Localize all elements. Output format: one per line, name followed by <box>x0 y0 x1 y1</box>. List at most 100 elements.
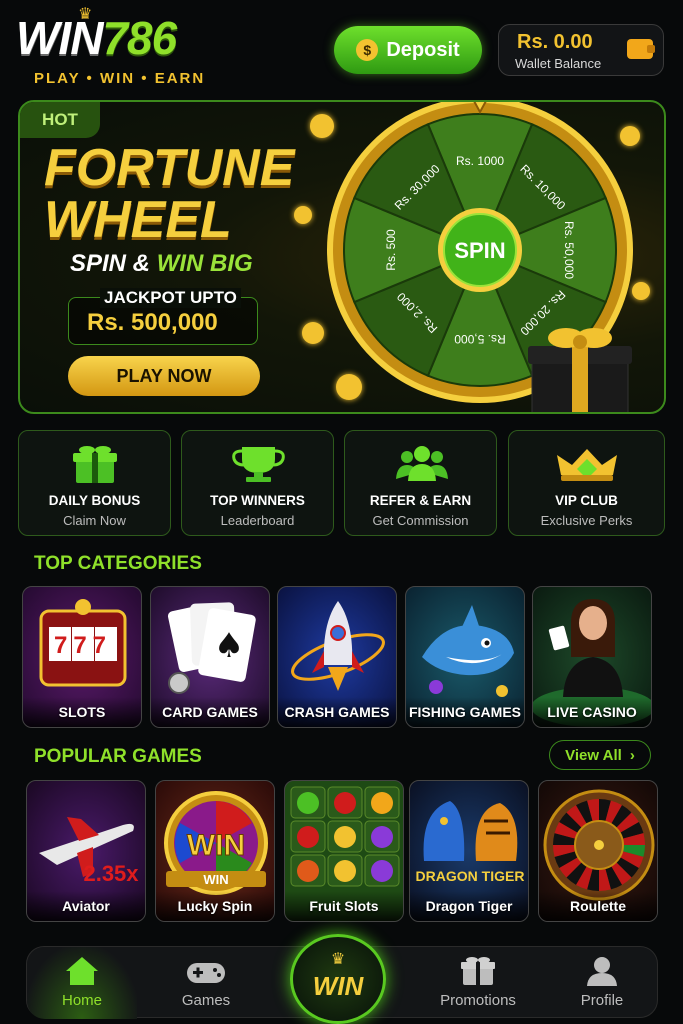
banner-subtitle-a: SPIN & <box>70 250 151 277</box>
nav-label: Games <box>181 992 231 1009</box>
svg-text:DRAGON TIGER: DRAGON TIGER <box>416 868 525 884</box>
game-roulette[interactable]: Roulette <box>538 780 658 922</box>
wallet-amount: Rs. 0.00 <box>517 31 593 53</box>
view-all-label: View All <box>565 746 622 764</box>
category-label: SLOTS <box>23 697 141 727</box>
logo-number: 786 <box>102 12 177 64</box>
wheel-prize-label: Rs. 500 <box>384 229 398 271</box>
fruit-icon <box>334 792 356 814</box>
fruit-icon <box>334 826 356 848</box>
banner-subtitle: SPIN & WIN BIG <box>70 250 253 278</box>
banner-subtitle-b: WIN BIG <box>156 250 253 277</box>
category-label: LIVE CASINO <box>533 697 651 727</box>
category-card-games[interactable]: ♠ CARD GAMES <box>150 586 270 728</box>
fruit-icon <box>297 826 319 848</box>
wallet-label: Wallet Balance <box>515 56 602 71</box>
jackpot-label: JACKPOT UPTO <box>100 288 241 308</box>
gift-icon <box>73 446 117 483</box>
quick-daily-bonus[interactable]: DAILY BONUS Claim Now <box>18 430 171 536</box>
banner-title: FORTUNE WHEEL <box>44 142 294 246</box>
banner-title-line2: WHEEL <box>44 191 232 249</box>
fruit-icon <box>371 826 393 848</box>
center-win-button[interactable]: ♛ WIN <box>290 934 386 1024</box>
home-icon <box>66 957 98 985</box>
center-win-label: WIN <box>312 971 364 1001</box>
user-icon <box>587 957 617 986</box>
play-now-button[interactable]: PLAY NOW <box>68 356 260 396</box>
nav-home[interactable]: Home <box>27 947 137 1019</box>
deposit-button[interactable]: $ Deposit <box>334 26 482 74</box>
aviator-multiplier: 2.35x <box>83 861 139 886</box>
fruit-icon <box>371 860 393 882</box>
quick-title: REFER & EARN <box>369 493 472 508</box>
category-live-casino[interactable]: LIVE CASINO <box>532 586 652 728</box>
nav-label: Profile <box>580 992 624 1009</box>
game-aviator[interactable]: 2.35x Aviator <box>26 780 146 922</box>
quick-subtitle: Leaderboard <box>220 513 295 528</box>
deposit-label: Deposit <box>386 38 460 61</box>
category-label: CRASH GAMES <box>278 697 396 727</box>
fruit-icon <box>334 860 356 882</box>
banner-title-line1: FORTUNE <box>44 139 295 197</box>
trophy-icon <box>232 447 285 482</box>
fruit-icon <box>297 792 319 814</box>
nav-games[interactable]: Games <box>151 947 261 1019</box>
wallet-balance[interactable]: Rs. 0.00 Wallet Balance <box>498 24 664 76</box>
quick-title: DAILY BONUS <box>48 493 141 508</box>
fruit-icon <box>371 792 393 814</box>
wheel-prize-label: Rs. 1000 <box>456 154 504 168</box>
section-title-categories: TOP CATEGORIES <box>34 553 202 574</box>
wallet-icon <box>627 39 655 59</box>
svg-text:♠: ♠ <box>214 626 244 666</box>
crown-icon: ♛ <box>330 951 346 968</box>
category-slots[interactable]: 777 SLOTS <box>22 586 142 728</box>
wheel-prize-label: Rs. 5,000 <box>454 332 506 346</box>
quick-title: VIP CLUB <box>555 493 618 508</box>
coin-icon: $ <box>356 39 379 61</box>
svg-text:777: 777 <box>54 632 112 659</box>
game-label: Lucky Spin <box>156 891 274 921</box>
nav-label: Promotions <box>440 992 516 1009</box>
quick-title: TOP WINNERS <box>210 493 305 508</box>
svg-text:WIN: WIN <box>203 872 228 887</box>
nav-promotions[interactable]: Promotions <box>423 947 533 1019</box>
jackpot-amount: Rs. 500,000 <box>87 309 218 336</box>
game-label: Aviator <box>27 891 145 921</box>
game-label: Fruit Slots <box>285 891 403 921</box>
users-icon <box>396 446 448 481</box>
hot-badge: HOT <box>20 102 100 138</box>
quick-subtitle: Claim Now <box>63 513 126 528</box>
svg-text:WIN: WIN <box>187 829 245 862</box>
category-label: CARD GAMES <box>151 697 269 727</box>
logo-win: WIN <box>16 12 103 64</box>
quick-vip-club[interactable]: VIP CLUB Exclusive Perks <box>508 430 665 536</box>
quick-subtitle: Exclusive Perks <box>540 513 633 528</box>
game-lucky-spin[interactable]: WIN WIN Lucky Spin <box>155 780 275 922</box>
game-label: Roulette <box>539 891 657 921</box>
chevron-right-icon: › <box>629 746 635 764</box>
wheel-prize-label: Rs. 50,000 <box>562 221 576 279</box>
section-title-popular: POPULAR GAMES <box>34 746 202 767</box>
fruit-icon <box>297 860 319 882</box>
nav-label: Home <box>61 992 102 1009</box>
quick-refer-earn[interactable]: REFER & EARN Get Commission <box>344 430 497 536</box>
category-fishing-games[interactable]: FISHING GAMES <box>405 586 525 728</box>
category-crash-games[interactable]: CRASH GAMES <box>277 586 397 728</box>
logo[interactable]: WIN786 <box>16 12 177 64</box>
gift-box-icon <box>528 328 632 412</box>
quick-top-winners[interactable]: TOP WINNERS Leaderboard <box>181 430 334 536</box>
spin-button[interactable]: SPIN <box>454 238 505 263</box>
game-dragon-tiger[interactable]: DRAGON TIGER Dragon Tiger <box>409 780 529 922</box>
category-label: FISHING GAMES <box>406 697 524 727</box>
crown-icon <box>557 449 617 481</box>
coin-icon <box>294 206 312 224</box>
quick-subtitle: Get Commission <box>372 513 469 528</box>
gift-icon <box>461 957 495 985</box>
nav-profile[interactable]: Profile <box>547 947 657 1019</box>
logo-tagline: PLAY • WIN • EARN <box>34 70 206 87</box>
game-label: Dragon Tiger <box>410 891 528 921</box>
view-all-button[interactable]: View All › <box>549 740 651 770</box>
gamepad-icon <box>187 963 225 983</box>
fortune-wheel-banner[interactable]: HOT FORTUNE WHEEL SPIN & WIN BIG Rs. 500… <box>18 100 666 414</box>
game-fruit-slots[interactable]: Fruit Slots <box>284 780 404 922</box>
